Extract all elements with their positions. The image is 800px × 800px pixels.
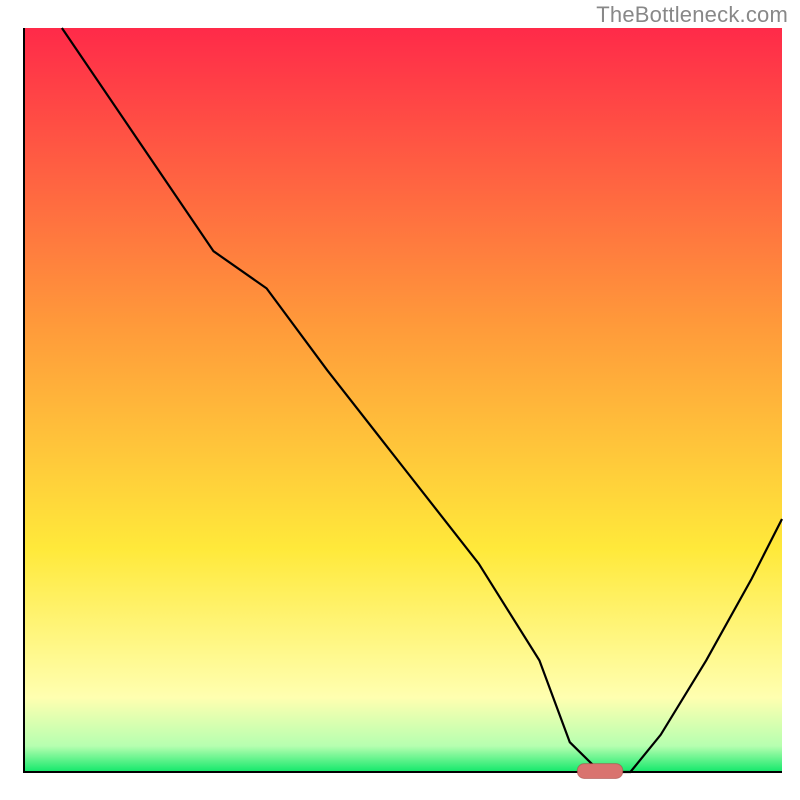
bottleneck-chart: TheBottleneck.com — [0, 0, 800, 800]
heatmap-background — [0, 0, 800, 800]
plot-area-gradient — [24, 28, 782, 772]
watermark-text: TheBottleneck.com — [596, 2, 788, 28]
